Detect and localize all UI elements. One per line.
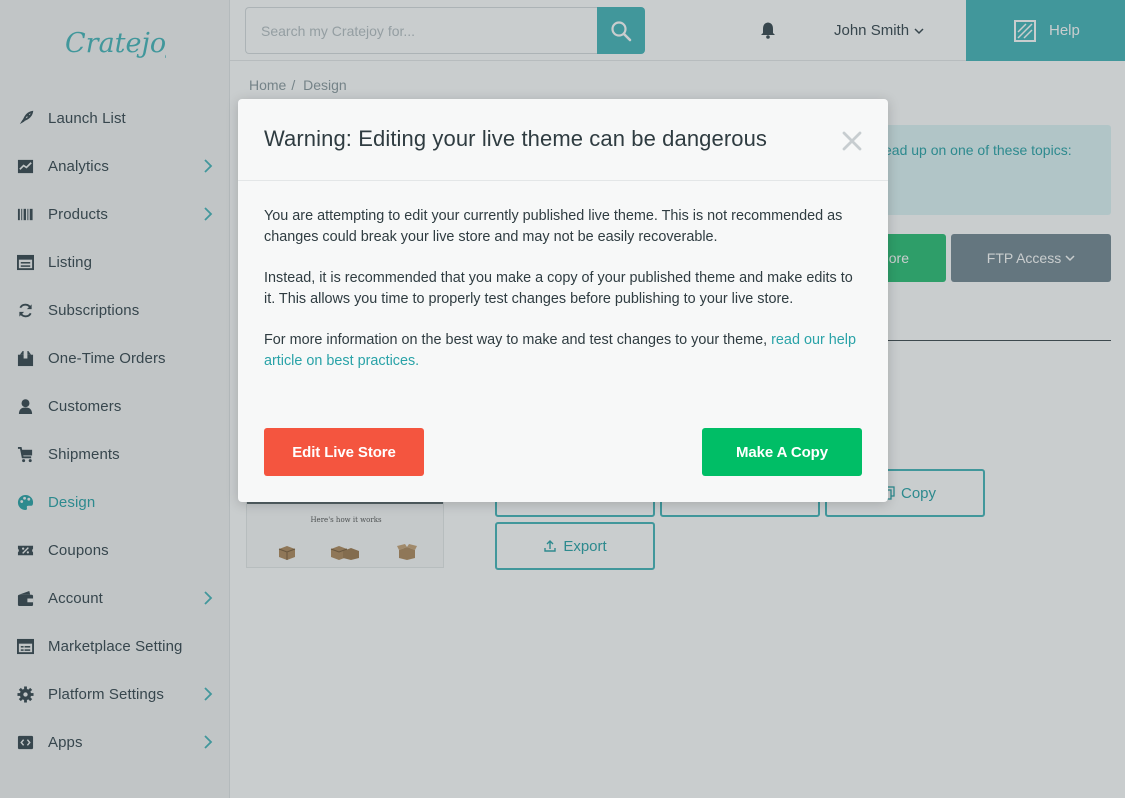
modal-body: You are attempting to edit your currentl…: [264, 206, 866, 392]
close-icon[interactable]: [840, 129, 864, 153]
edit-live-store-label: Edit Live Store: [292, 443, 396, 461]
modal-paragraph: You are attempting to edit your currentl…: [264, 208, 843, 245]
modal-header: Warning: Editing your live theme can be …: [238, 99, 888, 181]
make-a-copy-label: Make A Copy: [736, 443, 828, 461]
warning-modal: Warning: Editing your live theme can be …: [238, 99, 888, 502]
modal-paragraph: For more information on the best way to …: [264, 330, 866, 372]
edit-live-store-button[interactable]: Edit Live Store: [264, 428, 424, 476]
modal-paragraph: Instead, it is recommended that you make…: [264, 270, 853, 307]
make-a-copy-button[interactable]: Make A Copy: [702, 428, 862, 476]
modal-paragraph-text: For more information on the best way to …: [264, 332, 772, 348]
modal-title: Warning: Editing your live theme can be …: [264, 126, 768, 151]
